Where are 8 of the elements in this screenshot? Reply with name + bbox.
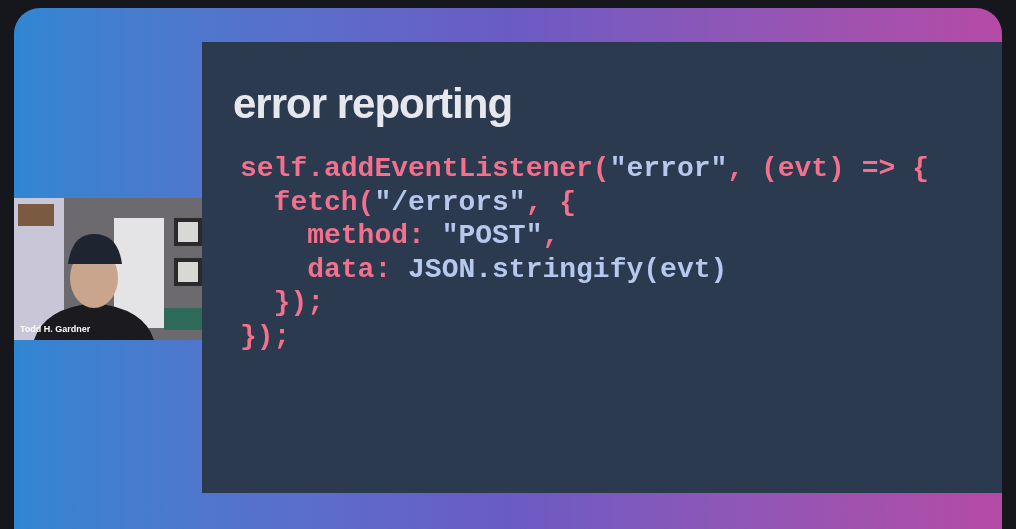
code-line: fetch("/errors", { xyxy=(272,185,577,219)
slide-title: error reporting xyxy=(233,79,513,129)
code-line: self.addEventListener("error", (evt) => { xyxy=(240,152,929,186)
code-line: data: JSON.stringify(evt) xyxy=(306,252,728,286)
code-line: method: "POST", xyxy=(306,219,560,253)
speaker-name: Todd H. Gardner xyxy=(20,322,91,336)
code-line: }); xyxy=(272,286,324,320)
code-line: }); xyxy=(240,319,291,353)
